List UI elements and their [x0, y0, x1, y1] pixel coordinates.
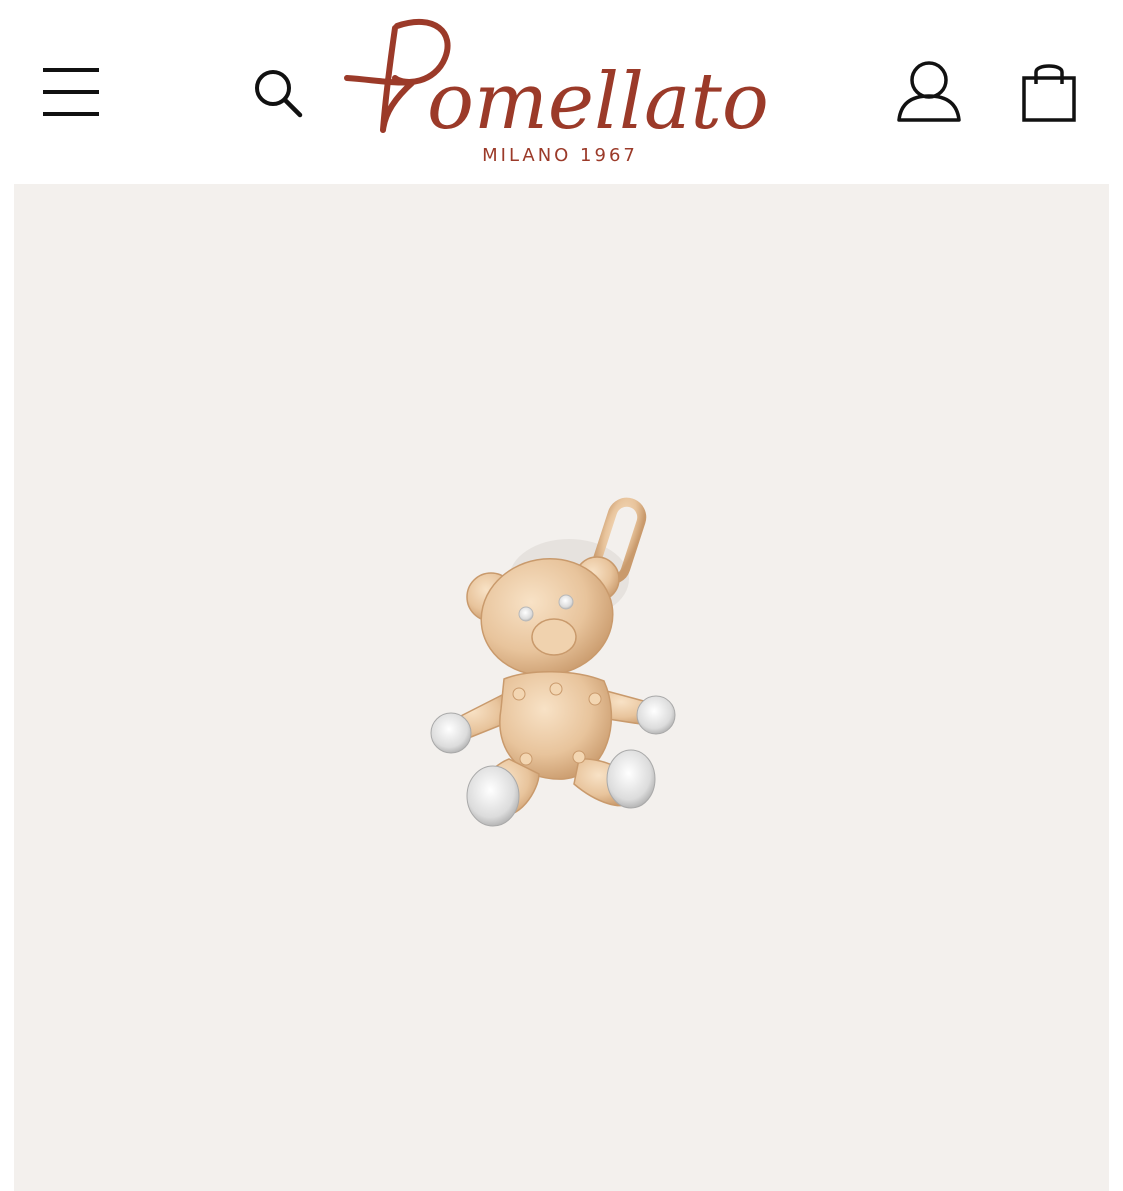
user-account-icon — [897, 61, 961, 122]
svg-text:omellato: omellato — [427, 57, 769, 147]
brand-logo[interactable]: omellato MILANO 1967 — [335, 8, 785, 176]
logo-tagline: MILANO 1967 — [482, 145, 638, 166]
shopping-bag-icon — [1022, 64, 1076, 122]
site-header: omellato MILANO 1967 — [0, 0, 1123, 184]
product-image-panel — [14, 184, 1109, 1191]
account-button[interactable] — [893, 58, 965, 126]
hamburger-menu-icon — [43, 68, 99, 116]
shopping-bag-button[interactable] — [1018, 58, 1080, 126]
pomellato-wordmark-logo: omellato — [344, 18, 769, 147]
search-icon — [255, 70, 303, 118]
teddy-bear-pendant-image[interactable] — [399, 489, 699, 849]
menu-button[interactable] — [40, 64, 102, 122]
search-button[interactable] — [250, 64, 308, 122]
